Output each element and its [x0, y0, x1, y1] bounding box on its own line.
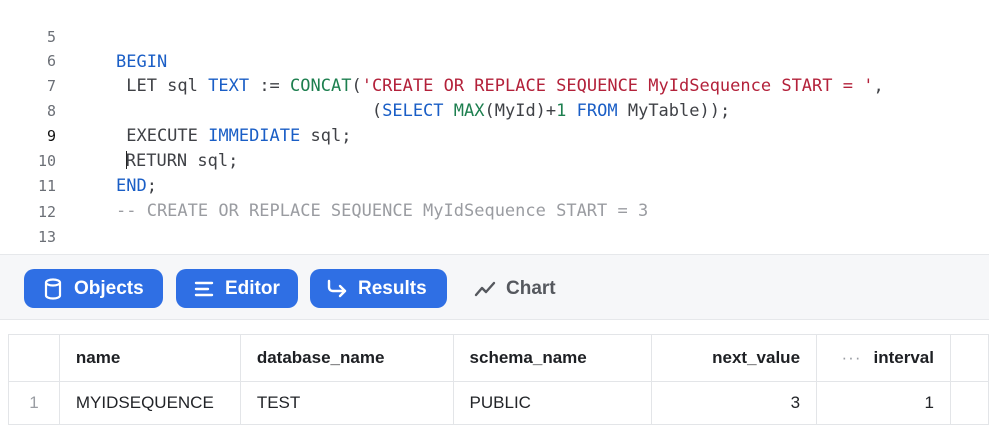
code-keyword: DESCRIBE — [116, 252, 198, 253]
results-tab-bar: Objects Editor Results Chart — [0, 254, 989, 320]
column-header-database-name[interactable]: database_name — [239, 334, 454, 382]
code-line[interactable]: 5 BEGIN — [0, 0, 989, 72]
results-table: name database_name schema_name next_valu… — [8, 334, 989, 425]
line-chart-icon — [474, 278, 496, 300]
cell-database-name[interactable]: TEST — [239, 381, 454, 425]
row-number-header — [8, 334, 60, 382]
code-line-active[interactable]: 9 RETURN sql; — [0, 99, 989, 171]
tab-objects-label: Objects — [74, 277, 144, 299]
column-menu-icon[interactable]: ··· — [842, 348, 862, 367]
code-line[interactable]: 13 DESCRIBE SEQUENCE MyIdSequence; — [0, 200, 989, 253]
code-line[interactable]: 7 (SELECT MAX(MyId)+1 FROM MyTable)); — [0, 49, 989, 121]
table-row[interactable]: 1 MYIDSEQUENCE TEST PUBLIC 3 1 — [8, 381, 989, 425]
column-header-overflow — [949, 334, 989, 382]
tab-objects[interactable]: Objects — [24, 269, 163, 308]
line-number: 13 — [37, 228, 56, 246]
tab-results-label: Results — [358, 277, 427, 299]
lines-icon — [193, 278, 215, 300]
tab-chart-label: Chart — [506, 277, 556, 299]
code-editor[interactable]: 5 BEGIN 6 LET sql TEXT := CONCAT('CREATE… — [0, 0, 989, 253]
tab-editor[interactable]: Editor — [176, 269, 298, 308]
row-number: 1 — [8, 381, 60, 425]
code-text[interactable]: DESCRIBE SEQUENCE MyIdSequence; — [116, 250, 433, 253]
return-arrow-icon — [326, 278, 348, 300]
code-keyword: SEQUENCE — [208, 252, 290, 253]
code-line[interactable]: 10 END; — [0, 124, 989, 196]
tab-results[interactable]: Results — [310, 269, 447, 308]
table-header-row: name database_name schema_name next_valu… — [8, 334, 989, 382]
database-icon — [42, 277, 64, 300]
cell-next-value[interactable]: 3 — [651, 381, 818, 425]
column-header-next-value[interactable]: next_value — [651, 334, 818, 382]
cell-name[interactable]: MYIDSEQUENCE — [58, 381, 241, 425]
column-header-schema-name[interactable]: schema_name — [452, 334, 653, 382]
column-header-interval-label: interval — [873, 348, 934, 367]
tab-editor-label: Editor — [225, 277, 280, 299]
tab-chart[interactable]: Chart — [474, 269, 574, 308]
cell-schema-name[interactable]: PUBLIC — [452, 381, 653, 425]
code-line[interactable]: 11 -- CREATE OR REPLACE SEQUENCE MyIdSeq… — [0, 149, 989, 221]
code-plain: MyIdSequence; — [290, 252, 433, 253]
cell-interval[interactable]: 1 — [816, 381, 951, 425]
cell-overflow — [949, 381, 989, 425]
column-header-name[interactable]: name — [58, 334, 241, 382]
code-plain — [198, 252, 208, 253]
code-line[interactable]: 8 EXECUTE IMMEDIATE sql; — [0, 74, 989, 146]
code-line[interactable]: 6 LET sql TEXT := CONCAT('CREATE OR REPL… — [0, 24, 989, 96]
column-header-interval[interactable]: ··· interval — [816, 334, 951, 382]
code-line[interactable]: 12 — [0, 175, 989, 221]
